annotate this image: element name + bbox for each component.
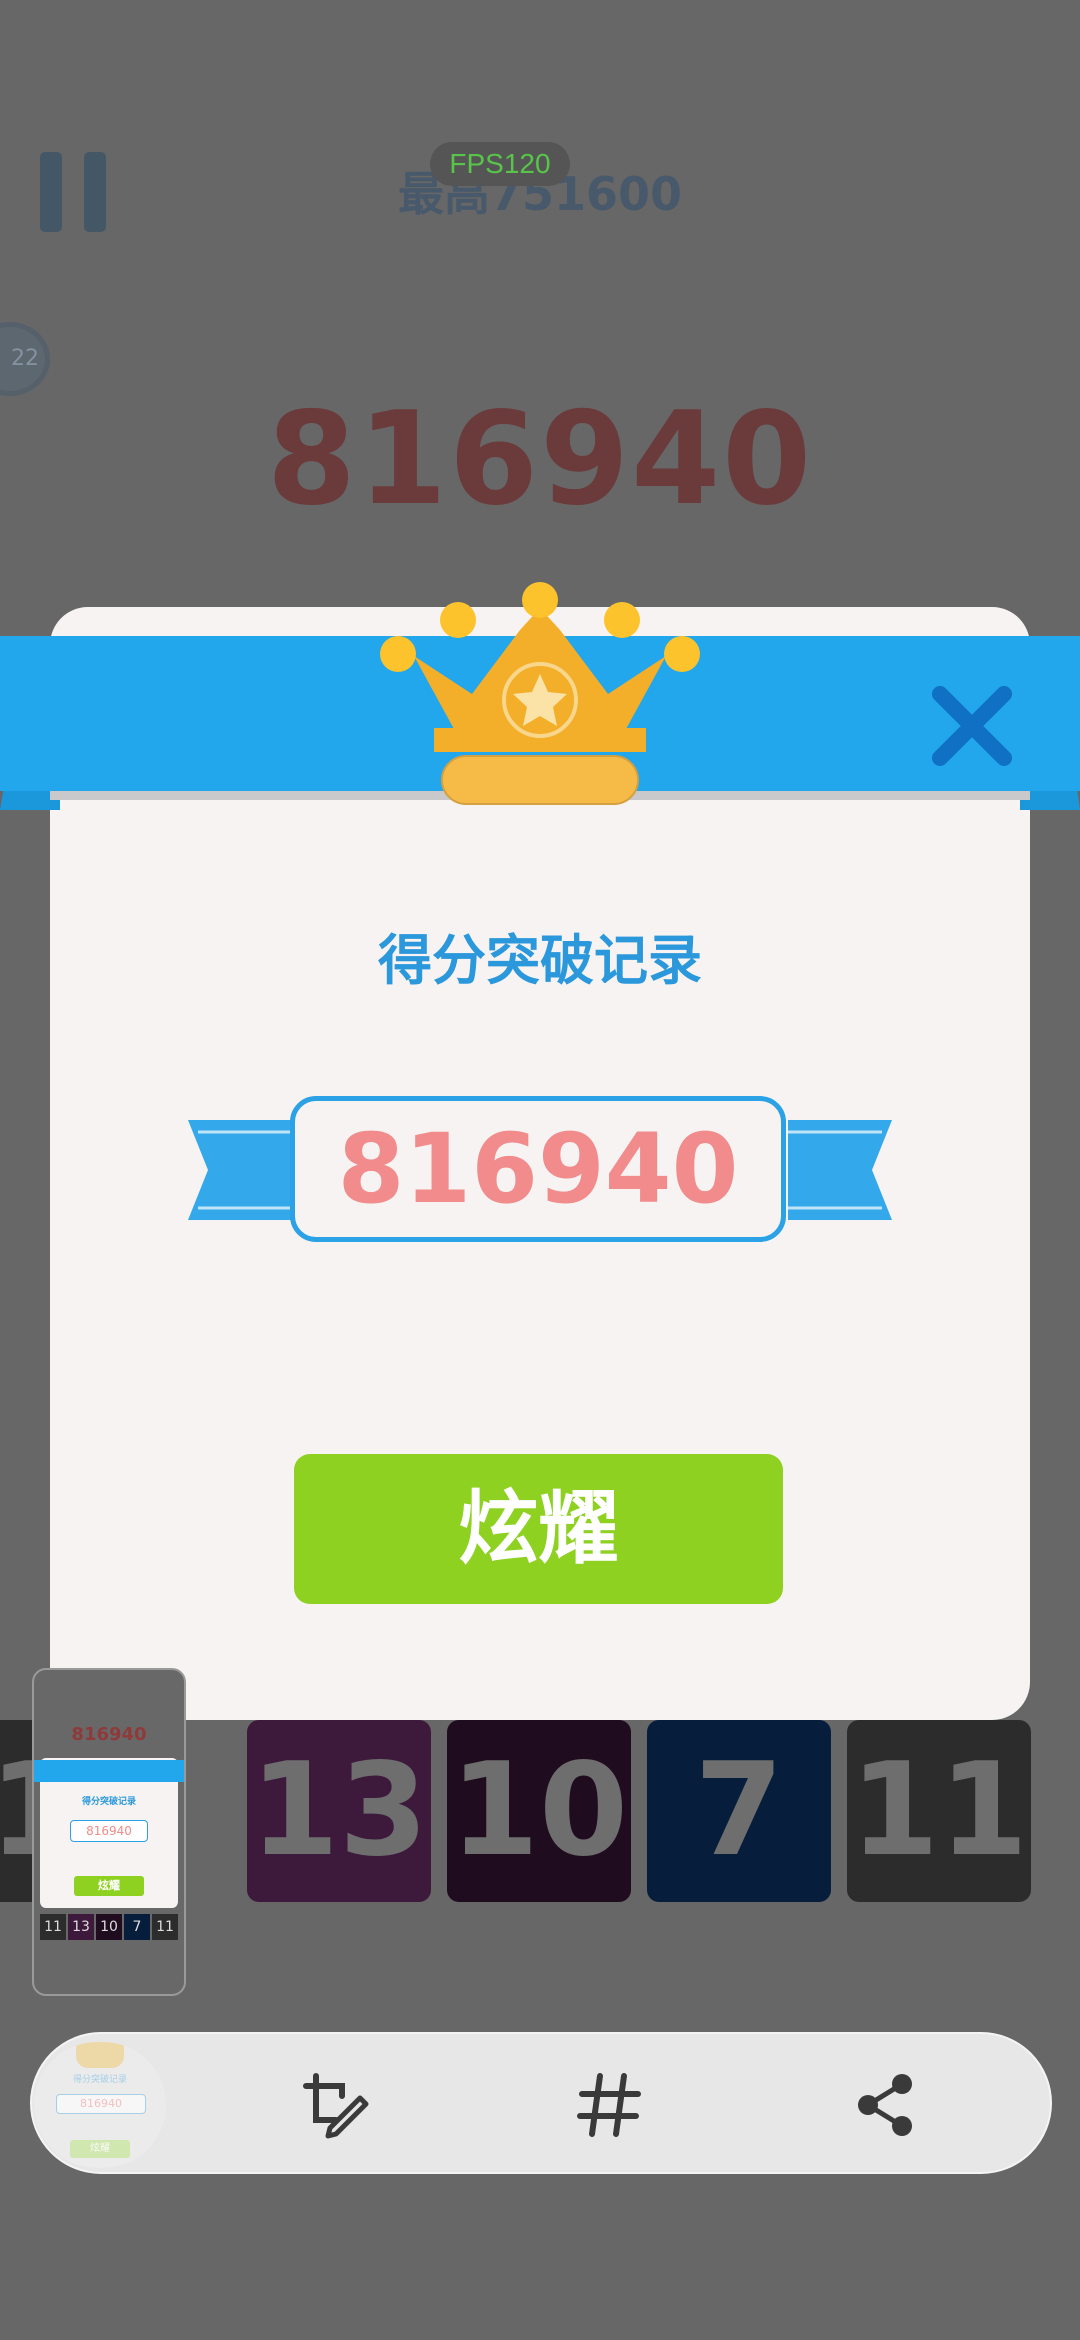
thumbnail-score-box: 816940	[70, 1820, 148, 1842]
tile-3: 10	[447, 1720, 631, 1902]
share-icon[interactable]	[848, 2068, 922, 2142]
thumbnail-tile: 13	[68, 1914, 94, 1940]
preview-button: 炫耀	[70, 2140, 130, 2158]
preview-score: 816940	[56, 2094, 146, 2114]
toolbar-preview[interactable]: 得分突破记录 816940 炫耀	[34, 2042, 166, 2168]
preview-title: 得分突破记录	[72, 2075, 127, 2085]
thumbnail-tile: 7	[124, 1914, 150, 1940]
preview-crown-icon	[76, 2042, 124, 2068]
screenshot-thumbnail[interactable]: 816940 得分突破记录 816940 炫耀 11 13 10 7 11	[32, 1668, 186, 1996]
hashtag-icon[interactable]	[572, 2068, 646, 2142]
thumbnail-ribbon	[34, 1760, 184, 1782]
record-score: 816940	[337, 1113, 739, 1225]
current-score: 816940	[266, 385, 814, 534]
thumbnail-tile: 11	[40, 1914, 66, 1940]
thumbnail-tile: 10	[96, 1914, 122, 1940]
dialog-title: 得分突破记录	[378, 929, 702, 992]
thumbnail-button: 炫耀	[74, 1876, 144, 1896]
tile-4: 7	[647, 1720, 831, 1902]
tile-2: 13	[247, 1720, 431, 1902]
show-off-button[interactable]: 炫耀	[294, 1454, 783, 1604]
thumbnail-title: 得分突破记录	[81, 1797, 136, 1807]
thumbnail-score: 816940	[71, 1724, 147, 1745]
tile-5: 11	[847, 1720, 1031, 1902]
close-icon[interactable]	[928, 682, 1016, 770]
fps-counter: FPS120	[430, 142, 570, 186]
crown-icon	[372, 578, 708, 810]
thumbnail-tile: 11	[152, 1914, 178, 1940]
crop-edit-icon[interactable]	[298, 2068, 372, 2142]
